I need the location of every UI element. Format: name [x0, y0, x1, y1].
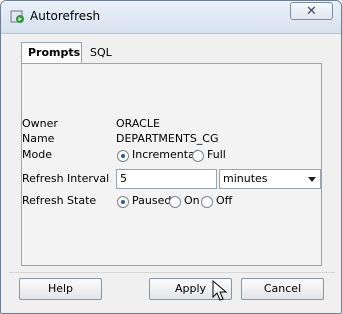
state-paused-label: Paused	[132, 194, 172, 207]
tab-sql[interactable]: SQL	[84, 43, 120, 63]
unit-value: minutes	[223, 172, 268, 185]
refresh-state-label: Refresh State	[22, 194, 97, 207]
footer-divider	[9, 272, 335, 273]
name-label: Name	[22, 132, 55, 145]
window-title: Autorefresh	[30, 9, 101, 23]
state-on-radio[interactable]	[169, 196, 181, 208]
mode-incremental-radio[interactable]	[117, 150, 129, 162]
refresh-interval-unit-select[interactable]: minutes	[219, 169, 321, 189]
owner-value: ORACLE	[116, 117, 160, 130]
dialog-content: Prompts SQL Owner ORACLE Name DEPARTMENT…	[9, 35, 335, 305]
close-button[interactable]: ✕	[290, 2, 333, 20]
state-on-label: On	[184, 194, 200, 207]
mouse-cursor-icon	[212, 280, 228, 301]
refresh-interval-label: Refresh Interval	[22, 172, 110, 185]
refresh-interval-input[interactable]: 5	[116, 169, 217, 189]
title-bar: Autorefresh ✕	[1, 1, 341, 34]
prompts-panel: Owner ORACLE Name DEPARTMENTS_CG Mode In…	[21, 63, 322, 266]
chevron-down-icon	[308, 177, 316, 182]
state-off-radio[interactable]	[201, 196, 213, 208]
app-icon	[10, 9, 25, 24]
state-off-label: Off	[216, 194, 233, 207]
autorefresh-dialog: Autorefresh ✕ Prompts SQL Owner ORACLE N…	[0, 0, 342, 314]
name-value: DEPARTMENTS_CG	[116, 132, 219, 145]
state-paused-radio[interactable]	[117, 196, 129, 208]
close-icon: ✕	[306, 4, 317, 19]
mode-full-label: Full	[207, 148, 226, 161]
tab-prompts[interactable]: Prompts	[21, 42, 82, 64]
mode-label: Mode	[22, 148, 52, 161]
help-button[interactable]: Help	[19, 278, 102, 300]
owner-label: Owner	[22, 117, 58, 130]
mode-incremental-label: Incremental	[132, 148, 198, 161]
mode-full-radio[interactable]	[192, 150, 204, 162]
cancel-button[interactable]: Cancel	[241, 278, 324, 300]
